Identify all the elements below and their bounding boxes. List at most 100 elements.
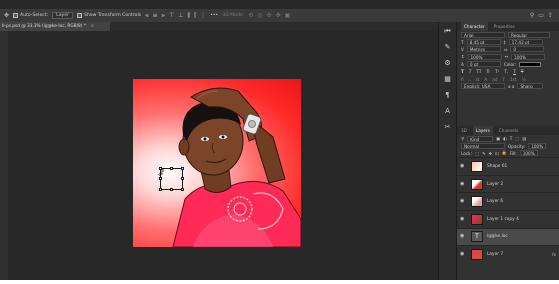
fill-field[interactable]: 100%: [519, 150, 538, 157]
transform-handle[interactable]: [170, 188, 173, 191]
workspace-icon[interactable]: ▭: [538, 12, 544, 19]
auto-select-checkbox[interactable]: Auto-Select:: [13, 13, 48, 18]
lock-transparent-icon[interactable]: ⬚: [475, 151, 479, 156]
close-tab-icon[interactable]: ×: [90, 24, 94, 29]
ligatures-button[interactable]: fi: [461, 77, 464, 82]
layer-row[interactable]: ◉ T ig@ke.loc: [457, 227, 559, 246]
faux-italic-button[interactable]: T: [469, 69, 472, 74]
swash-button[interactable]: A: [484, 77, 487, 82]
layer-thumbnail: [471, 196, 483, 208]
distribute-horizontal-icon[interactable]: ⫿: [194, 12, 196, 19]
layer-row[interactable]: ◉ Layer 6: [457, 192, 559, 210]
show-transform-check-icon[interactable]: [76, 13, 82, 18]
3d-roll-icon[interactable]: ◎: [257, 12, 262, 19]
transform-handle[interactable]: [181, 167, 184, 170]
swatches-icon[interactable]: ▦: [444, 76, 451, 83]
tab-properties[interactable]: Properties: [494, 24, 515, 29]
distribute-vertical-icon[interactable]: ⋮: [200, 12, 206, 19]
align-middle-icon[interactable]: ⊥: [178, 12, 183, 19]
tab-channels[interactable]: Channels: [499, 128, 518, 133]
layer-row[interactable]: ◉ Shape 61: [457, 157, 559, 175]
history-icon[interactable]: ⏮: [444, 28, 450, 35]
stylistic-alternates-button[interactable]: ad: [492, 77, 497, 82]
lock-image-icon[interactable]: ✎: [482, 151, 486, 156]
show-transform-checkbox[interactable]: Show Transform Controls: [76, 13, 141, 18]
titling-alternates-button[interactable]: T: [503, 77, 506, 82]
filter-shape-icon[interactable]: ⬚: [515, 136, 519, 141]
share-icon[interactable]: ⇪: [548, 12, 553, 19]
filter-adjustment-icon[interactable]: ◐: [503, 136, 507, 141]
align-left-icon[interactable]: ⫷: [145, 12, 148, 19]
auto-select-check-icon[interactable]: [13, 13, 19, 18]
layer-row[interactable]: ◉ Layer 1 copy 4: [457, 209, 559, 228]
eye-icon[interactable]: ◉: [460, 199, 467, 204]
superscript-button[interactable]: T¹: [495, 69, 499, 74]
distribute-icon[interactable]: ⫼: [187, 12, 190, 19]
auto-select-dropdown[interactable]: Layer: [52, 12, 73, 19]
tab-character[interactable]: Character: [461, 22, 488, 31]
3d-scale-icon[interactable]: ▣: [285, 12, 291, 19]
tab-layers[interactable]: Layers: [472, 126, 493, 135]
vertical-scale-field[interactable]: 100%: [467, 53, 502, 60]
artwork-canvas[interactable]: [133, 79, 301, 247]
layer-thumbnail: [471, 160, 483, 172]
faux-bold-button[interactable]: T: [461, 69, 464, 74]
underline-button[interactable]: T: [513, 69, 516, 74]
3d-rotate-icon[interactable]: ⟲: [248, 12, 253, 19]
more-options-button[interactable]: •••: [210, 13, 218, 18]
filter-type-icon[interactable]: T: [510, 136, 513, 141]
horizontal-scale-field[interactable]: 100%: [511, 53, 546, 60]
blend-mode-select[interactable]: Normal: [461, 143, 505, 150]
adjustments-icon[interactable]: ⚙: [444, 60, 450, 67]
filter-kind-select[interactable]: Kind: [467, 135, 494, 142]
anti-alias-select[interactable]: Sharp: [517, 83, 544, 90]
discretionary-ligatures-button[interactable]: st: [476, 77, 480, 82]
3d-drag-icon[interactable]: ✣: [267, 12, 272, 19]
paragraph-icon[interactable]: ¶: [445, 92, 449, 99]
eye-icon[interactable]: ◉: [460, 234, 467, 239]
eye-icon[interactable]: ◉: [460, 163, 467, 169]
align-center-icon[interactable]: ≡: [153, 12, 158, 19]
language-select[interactable]: English: USA: [461, 83, 505, 90]
subscript-button[interactable]: T,: [504, 69, 508, 74]
opacity-field[interactable]: 100%: [528, 143, 547, 150]
character-style-icon[interactable]: A: [445, 108, 450, 115]
layer-row[interactable]: ◉ Layer 7 fx: [457, 245, 559, 263]
transform-handle[interactable]: [159, 188, 162, 191]
align-right-icon[interactable]: ⫸: [162, 12, 165, 19]
font-style-select[interactable]: Regular: [508, 31, 550, 38]
small-caps-button[interactable]: Tr: [486, 69, 490, 74]
lock-all-icon[interactable]: 🔒: [501, 150, 506, 156]
move-tool-icon[interactable]: ✥: [4, 12, 9, 19]
3d-slide-icon[interactable]: ✥: [276, 12, 281, 19]
fractions-button[interactable]: ½: [522, 77, 526, 82]
filter-pixel-icon[interactable]: ▣: [496, 136, 500, 141]
leading-field[interactable]: 17.43 pt: [508, 39, 543, 46]
eye-icon[interactable]: ◉: [460, 251, 467, 257]
tab-3d[interactable]: 3D: [461, 128, 467, 133]
ordinals-button[interactable]: 1st: [510, 77, 517, 82]
tools-icon[interactable]: ✂: [445, 124, 451, 131]
lock-row: Lock: ⬚ ✎ ✥ ⊡ 🔒 Fill: 100%: [457, 150, 559, 157]
lock-position-icon[interactable]: ✥: [488, 151, 492, 156]
brush-preset-icon[interactable]: ✎: [445, 44, 451, 51]
layer-row[interactable]: ◉ Layer 2: [457, 174, 559, 193]
strikethrough-button[interactable]: T: [521, 69, 524, 74]
eye-icon[interactable]: ◉: [460, 216, 467, 222]
lock-artboard-icon[interactable]: ⊡: [495, 151, 499, 156]
baseline-shift-field[interactable]: 0 pt: [466, 61, 501, 68]
eye-icon[interactable]: ◉: [460, 181, 467, 187]
kerning-field[interactable]: Metrics: [466, 46, 501, 53]
text-color-swatch[interactable]: [519, 61, 542, 67]
transform-handle[interactable]: [170, 167, 173, 170]
search-icon[interactable]: ⚲: [530, 12, 534, 19]
font-size-field[interactable]: 8.45 pt: [466, 39, 501, 46]
document-tab[interactable]: ll-ps.psd @ 33.3% (ig@ke-loc, RGB/8) * ×: [0, 22, 110, 31]
layer-effects-badge[interactable]: fx: [552, 252, 556, 257]
tracking-field[interactable]: 0: [510, 46, 545, 53]
font-family-select[interactable]: Arial: [461, 31, 505, 38]
align-top-icon[interactable]: ⊤: [169, 12, 174, 19]
old-style-button[interactable]: ℴ: [469, 77, 471, 82]
all-caps-button[interactable]: TT: [476, 69, 481, 74]
filter-smart-object-icon[interactable]: ▤: [522, 136, 526, 141]
